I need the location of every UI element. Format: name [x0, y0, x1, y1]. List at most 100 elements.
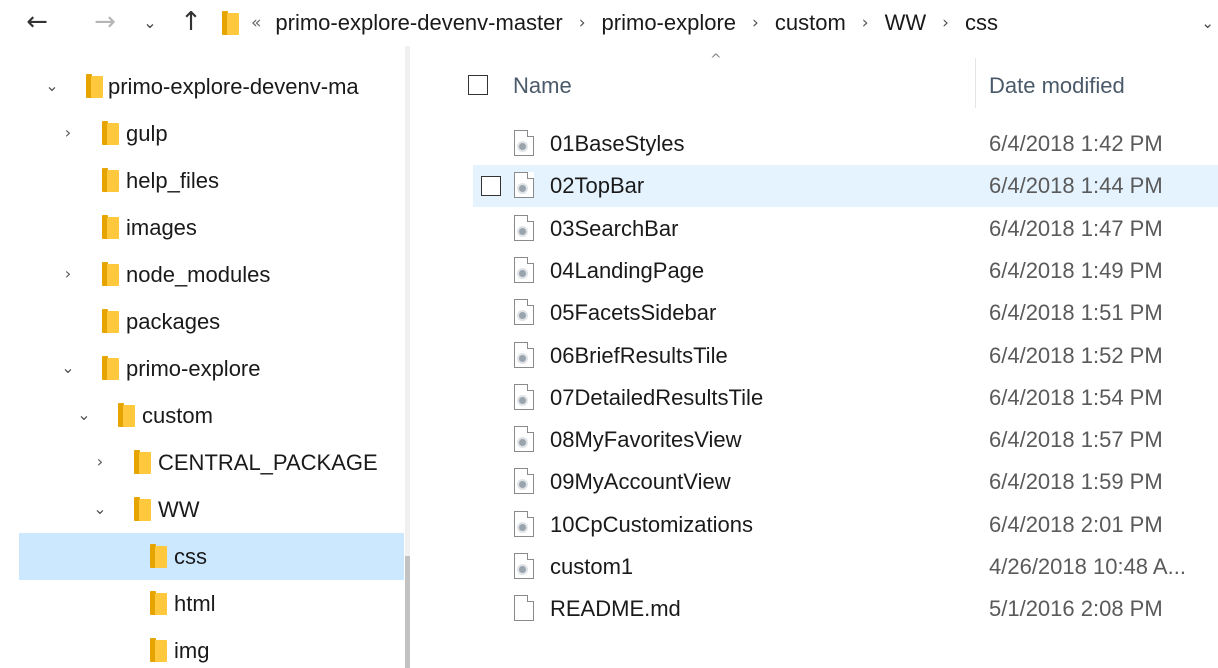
file-date-modified: 6/4/2018 1:44 PM: [989, 173, 1163, 199]
folder-icon: [102, 356, 119, 380]
file-date-modified: 6/4/2018 1:59 PM: [989, 469, 1163, 495]
css-file-icon: [514, 130, 534, 156]
breadcrumb-item[interactable]: custom: [773, 10, 848, 36]
file-date-modified: 6/4/2018 1:57 PM: [989, 427, 1163, 453]
chevron-down-icon[interactable]: ⌄: [42, 76, 62, 95]
file-date-modified: 6/4/2018 1:49 PM: [989, 257, 1163, 283]
folder-icon: [86, 74, 103, 98]
file-date-modified: 6/4/2018 1:47 PM: [989, 215, 1163, 241]
breadcrumb[interactable]: « primo-explore-devenv-master › primo-ex…: [222, 0, 1000, 46]
tree-item-packages[interactable]: packages: [19, 298, 404, 345]
file-row[interactable]: custom1 4/26/2018 10:48 A...: [473, 546, 1218, 588]
tree-item-label: custom: [142, 403, 213, 428]
css-file-icon: [514, 299, 534, 326]
column-divider[interactable]: [975, 58, 976, 108]
tree-item-node-modules[interactable]: › node_modules: [19, 251, 404, 298]
file-name: custom1: [550, 554, 634, 579]
file-row[interactable]: 05FacetsSidebar 6/4/2018 1:51 PM: [473, 292, 1218, 334]
chevron-right-icon[interactable]: ›: [862, 13, 869, 33]
folder-icon: [150, 544, 167, 568]
file-row[interactable]: README.md 5/1/2016 2:08 PM: [473, 588, 1218, 630]
file-name: 05FacetsSidebar: [550, 300, 717, 326]
css-file-icon: [514, 256, 534, 283]
address-bar: ← → ⌄ ↑ « primo-explore-devenv-master › …: [0, 0, 1218, 46]
css-file-icon: [514, 214, 534, 241]
breadcrumb-item[interactable]: WW: [883, 10, 929, 36]
tree-item-gulp[interactable]: › gulp: [19, 110, 404, 157]
file-date-modified: 6/4/2018 1:52 PM: [989, 342, 1163, 368]
file-name: 08MyFavoritesView: [550, 427, 742, 453]
tree-item-primo-explore-devenv-ma[interactable]: ⌄ primo-explore-devenv-ma: [19, 63, 404, 110]
file-name: README.md: [550, 596, 681, 622]
breadcrumb-overflow-icon[interactable]: «: [251, 13, 261, 33]
file-row[interactable]: 02TopBar 6/4/2018 1:44 PM: [473, 165, 1218, 208]
file-name: 10CpCustomizations: [550, 511, 753, 537]
folder-icon: [134, 497, 151, 521]
file-name: 09MyAccountView: [550, 469, 731, 495]
file-row[interactable]: 07DetailedResultsTile 6/4/2018 1:54 PM: [473, 377, 1218, 419]
nav-scrollbar[interactable]: ^: [405, 46, 410, 668]
file-date-modified: 6/4/2018 1:51 PM: [989, 300, 1163, 326]
row-checkbox[interactable]: [481, 176, 501, 197]
file-row[interactable]: 03SearchBar 6/4/2018 1:47 PM: [473, 208, 1218, 250]
folder-icon: [150, 591, 167, 615]
file-row[interactable]: 09MyAccountView 6/4/2018 1:59 PM: [473, 461, 1218, 503]
tree-item-label: node_modules: [126, 262, 271, 287]
file-row[interactable]: 04LandingPage 6/4/2018 1:49 PM: [473, 250, 1218, 292]
tree-item-images[interactable]: images: [19, 204, 404, 251]
tree-item-label: help_files: [126, 168, 219, 193]
chevron-down-icon[interactable]: ⌄: [74, 405, 94, 424]
folder-icon: [118, 403, 135, 427]
forward-arrow-icon[interactable]: →: [90, 7, 120, 37]
file-row[interactable]: 06BriefResultsTile 6/4/2018 1:52 PM: [473, 335, 1218, 377]
chevron-right-icon[interactable]: ›: [752, 13, 759, 33]
file-row[interactable]: 01BaseStyles 6/4/2018 1:42 PM: [473, 123, 1218, 165]
tree-item-ww[interactable]: ⌄ WW: [19, 486, 404, 533]
back-arrow-icon[interactable]: ←: [22, 7, 52, 37]
css-file-icon: [514, 553, 534, 579]
up-arrow-icon[interactable]: ↑: [176, 7, 206, 37]
file-name: 02TopBar: [550, 173, 645, 199]
file-row[interactable]: 10CpCustomizations 6/4/2018 2:01 PM: [473, 504, 1218, 546]
file-date-modified: 5/1/2016 2:08 PM: [989, 596, 1163, 622]
chevron-right-icon[interactable]: ›: [579, 13, 586, 33]
file-row[interactable]: 08MyFavoritesView 6/4/2018 1:57 PM: [473, 419, 1218, 461]
file-date-modified: 4/26/2018 10:48 A...: [989, 554, 1186, 579]
chevron-right-icon[interactable]: ›: [58, 264, 78, 283]
folder-icon: [134, 450, 151, 474]
chevron-down-icon[interactable]: ⌄: [58, 358, 78, 377]
folder-icon: [222, 11, 239, 35]
scrollbar-thumb[interactable]: [405, 556, 410, 668]
chevron-down-icon[interactable]: ⌄: [90, 499, 110, 518]
chevron-right-icon[interactable]: ›: [58, 123, 78, 142]
breadcrumb-item[interactable]: css: [963, 10, 1000, 36]
address-dropdown-chevron-icon[interactable]: ⌄: [1201, 14, 1214, 32]
folder-icon: [150, 638, 167, 662]
file-date-modified: 6/4/2018 1:54 PM: [989, 384, 1163, 410]
text-file-icon: [514, 595, 534, 622]
tree-item-label: packages: [126, 309, 221, 334]
file-list: ^ Name Date modified 01BaseStyles 6/4/201…: [440, 46, 1218, 668]
file-date-modified: 6/4/2018 1:42 PM: [989, 131, 1163, 156]
css-file-icon: [514, 468, 534, 495]
tree-item-img[interactable]: img: [19, 627, 404, 668]
tree-item-html[interactable]: html: [19, 580, 404, 627]
tree-item-help-files[interactable]: help_files: [19, 157, 404, 204]
chevron-right-icon[interactable]: ›: [942, 13, 949, 33]
column-header-name[interactable]: Name: [513, 73, 572, 99]
tree-item-css[interactable]: css: [19, 533, 404, 580]
tree-item-label: images: [126, 215, 197, 240]
file-date-modified: 6/4/2018 2:01 PM: [989, 511, 1163, 537]
breadcrumb-item[interactable]: primo-explore: [600, 10, 739, 36]
recent-locations-chevron-icon[interactable]: ⌄: [138, 8, 162, 36]
tree-item-label: CENTRAL_PACKAGE: [158, 450, 378, 475]
tree-item-custom[interactable]: ⌄ custom: [19, 392, 404, 439]
folder-icon: [102, 309, 119, 333]
select-all-checkbox[interactable]: [468, 75, 488, 95]
css-file-icon: [514, 341, 534, 368]
column-header-date-modified[interactable]: Date modified: [989, 73, 1125, 99]
chevron-right-icon[interactable]: ›: [90, 452, 110, 471]
breadcrumb-item[interactable]: primo-explore-devenv-master: [273, 10, 564, 36]
tree-item-central-package[interactable]: › CENTRAL_PACKAGE: [19, 439, 404, 486]
tree-item-primo-explore[interactable]: ⌄ primo-explore: [19, 345, 404, 392]
